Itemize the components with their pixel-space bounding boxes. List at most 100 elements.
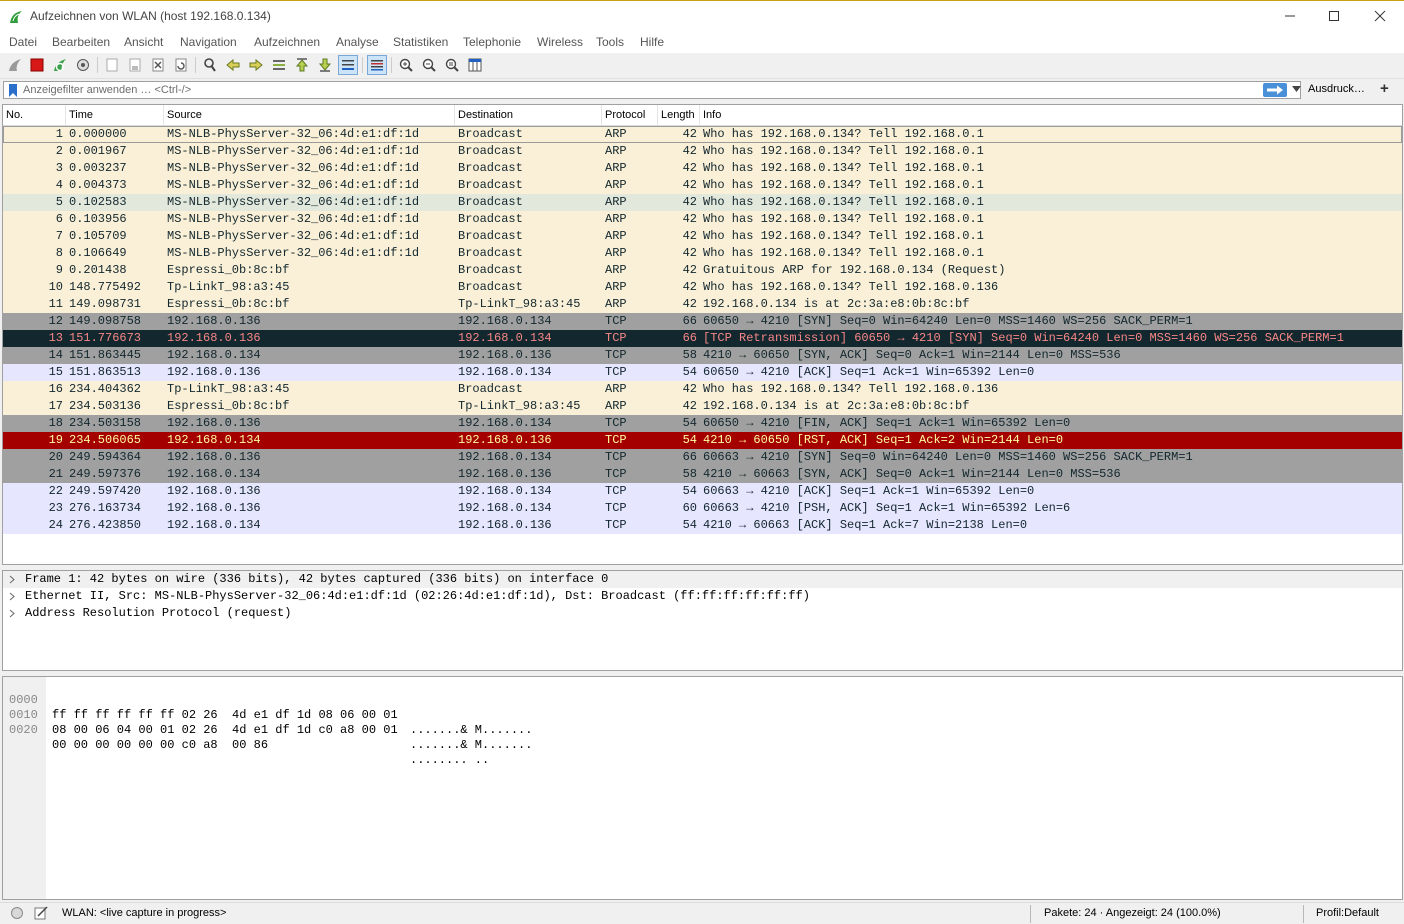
close-window-button[interactable] <box>1358 1 1402 31</box>
menu-analyse[interactable]: Analyse <box>336 35 379 49</box>
packet-row[interactable]: 19 234.506065 192.168.0.134 192.168.0.136 TC… <box>3 432 1402 449</box>
go-to-packet-button[interactable] <box>269 55 289 75</box>
zoom-out-button[interactable] <box>419 55 439 75</box>
expression-button[interactable]: Ausdruck… <box>1308 83 1365 95</box>
display-filter-input[interactable] <box>23 82 1253 98</box>
apply-filter-button[interactable] <box>1263 83 1287 97</box>
column-header-info[interactable]: Info <box>700 105 1400 125</box>
packet-row[interactable]: 12 149.098758 192.168.0.136 192.168.0.134 TC… <box>3 313 1402 330</box>
chevron-right-icon[interactable] <box>9 605 19 622</box>
packet-row[interactable]: 2 0.001967 MS-NLB-PhysServer-32_06:4d:e1:d… <box>3 143 1402 160</box>
menu-navigation[interactable]: Navigation <box>180 35 237 49</box>
detail-text: Frame 1: 42 bytes on wire (336 bits), 42… <box>25 572 609 586</box>
chevron-right-icon[interactable] <box>9 588 19 605</box>
hex-bytes[interactable]: 08 00 06 04 00 01 02 26 4d e1 df 1d c0 a… <box>52 723 398 738</box>
resize-columns-button[interactable] <box>465 55 485 75</box>
menu-statistiken[interactable]: Statistiken <box>393 35 448 49</box>
zoom-in-button[interactable] <box>396 55 416 75</box>
packet-bytes[interactable]: 0000 ff ff ff ff ff ff 02 26 4d e1 df 1d… <box>2 676 1403 900</box>
expert-info-icon[interactable] <box>11 907 23 919</box>
packet-time: 0.001967 <box>69 144 127 158</box>
menu-aufzeichnen[interactable]: Aufzeichnen <box>254 35 320 49</box>
maximize-button[interactable] <box>1312 1 1356 31</box>
chevron-down-icon[interactable] <box>1292 86 1301 92</box>
packet-row[interactable]: 22 249.597420 192.168.0.136 192.168.0.134 TC… <box>3 483 1402 500</box>
find-packet-icon <box>204 58 216 72</box>
chevron-right-icon[interactable] <box>9 571 19 588</box>
colorize-button[interactable] <box>367 55 387 75</box>
close-file-button[interactable] <box>148 55 168 75</box>
column-header-protocol[interactable]: Protocol <box>602 105 658 125</box>
menu-ansicht[interactable]: Ansicht <box>124 35 163 49</box>
restart-capture-button[interactable] <box>50 55 70 75</box>
packet-length: 54 <box>682 518 697 532</box>
detail-row-arp[interactable]: Address Resolution Protocol (request) <box>3 605 1402 622</box>
packet-list[interactable]: No. Time Source Destination Protocol Len… <box>2 104 1403 565</box>
menu-datei[interactable]: Datei <box>9 35 37 49</box>
packet-info: 4210 → 60663 [SYN, ACK] Seq=0 Ack=1 Win=… <box>703 467 1121 481</box>
packet-row[interactable]: 6 0.103956 MS-NLB-PhysServer-32_06:4d:e1:d… <box>3 211 1402 228</box>
add-filter-button[interactable]: + <box>1380 80 1389 97</box>
normal-size-button[interactable] <box>442 55 462 75</box>
packet-row[interactable]: 23 276.163734 192.168.0.136 192.168.0.134 TC… <box>3 500 1402 517</box>
packet-row[interactable]: 18 234.503158 192.168.0.136 192.168.0.134 TC… <box>3 415 1402 432</box>
capture-status-text: WLAN: <live capture in progress> <box>62 907 227 919</box>
packet-row[interactable]: 15 151.863513 192.168.0.136 192.168.0.134 TC… <box>3 364 1402 381</box>
packet-row[interactable]: 5 0.102583 MS-NLB-PhysServer-32_06:4d:e1:d… <box>3 194 1402 211</box>
detail-row-ethernet[interactable]: Ethernet II, Src: MS-NLB-PhysServer-32_0… <box>3 588 1402 605</box>
packet-row[interactable]: 13 151.776673 192.168.0.136 192.168.0.134 TC… <box>3 330 1402 347</box>
profile-text[interactable]: Profil:Default <box>1316 907 1379 919</box>
bookmark-icon[interactable] <box>8 84 18 97</box>
column-header-time[interactable]: Time <box>66 105 164 125</box>
start-capture-button[interactable] <box>5 55 25 75</box>
packet-details[interactable]: Frame 1: 42 bytes on wire (336 bits), 42… <box>2 570 1403 671</box>
menu-telephonie[interactable]: Telephonie <box>463 35 521 49</box>
packet-row[interactable]: 1 0.000000 MS-NLB-PhysServer-32_06:4d:e1:d… <box>3 126 1402 143</box>
first-packet-button[interactable] <box>292 55 312 75</box>
packet-row[interactable]: 17 234.503136 Espressi_0b:8c:bf Tp-LinkT_98… <box>3 398 1402 415</box>
packet-protocol: ARP <box>605 263 627 277</box>
hex-bytes[interactable]: 00 00 00 00 00 00 c0 a8 00 86 <box>52 738 268 753</box>
packet-time: 276.163734 <box>69 501 142 515</box>
capture-options-button[interactable] <box>73 55 93 75</box>
detail-row-frame[interactable]: Frame 1: 42 bytes on wire (336 bits), 42… <box>3 571 1402 588</box>
packet-row[interactable]: 10 148.775492 Tp-LinkT_98:a3:45 Broadcast AR… <box>3 279 1402 296</box>
packet-row[interactable]: 4 0.004373 MS-NLB-PhysServer-32_06:4d:e1:d… <box>3 177 1402 194</box>
column-header-no[interactable]: No. <box>3 105 66 125</box>
packet-row[interactable]: 11 149.098731 Espressi_0b:8c:bf Tp-LinkT_98… <box>3 296 1402 313</box>
hex-bytes[interactable]: ff ff ff ff ff ff 02 26 4d e1 df 1d 08 0… <box>52 708 398 723</box>
hex-ascii[interactable]: .......& M....... <box>410 738 532 753</box>
packet-row[interactable]: 9 0.201438 Espressi_0b:8c:bf Broadcast ARP 42… <box>3 262 1402 279</box>
column-header-destination[interactable]: Destination <box>455 105 602 125</box>
packet-time: 276.423850 <box>69 518 142 532</box>
capture-comment-icon[interactable] <box>34 906 48 920</box>
packet-row[interactable]: 16 234.404362 Tp-LinkT_98:a3:45 Broadcast AR… <box>3 381 1402 398</box>
menu-bearbeiten[interactable]: Bearbeiten <box>52 35 110 49</box>
menu-wireless[interactable]: Wireless <box>537 35 583 49</box>
save-file-button[interactable] <box>125 55 145 75</box>
menu-hilfe[interactable]: Hilfe <box>640 35 664 49</box>
find-packet-button[interactable] <box>200 55 220 75</box>
minimize-button[interactable] <box>1268 1 1312 31</box>
packet-source: 192.168.0.136 <box>167 331 261 345</box>
go-back-button[interactable] <box>223 55 243 75</box>
hex-ascii[interactable]: .......& M....... <box>410 723 532 738</box>
menu-tools[interactable]: Tools <box>596 35 624 49</box>
stop-capture-button[interactable] <box>27 55 47 75</box>
go-forward-button[interactable] <box>246 55 266 75</box>
packet-row[interactable]: 14 151.863445 192.168.0.134 192.168.0.136 TC… <box>3 347 1402 364</box>
packet-row[interactable]: 20 249.594364 192.168.0.136 192.168.0.134 TC… <box>3 449 1402 466</box>
column-header-length[interactable]: Length <box>658 105 700 125</box>
open-file-button[interactable] <box>102 55 122 75</box>
last-packet-button[interactable] <box>315 55 335 75</box>
hex-ascii[interactable]: ........ .. <box>410 753 489 768</box>
packet-protocol: ARP <box>605 212 627 226</box>
autoscroll-button[interactable] <box>338 55 358 75</box>
packet-row[interactable]: 3 0.003237 MS-NLB-PhysServer-32_06:4d:e1:d… <box>3 160 1402 177</box>
packet-row[interactable]: 8 0.106649 MS-NLB-PhysServer-32_06:4d:e1:d… <box>3 245 1402 262</box>
packet-row[interactable]: 7 0.105709 MS-NLB-PhysServer-32_06:4d:e1:d… <box>3 228 1402 245</box>
column-header-source[interactable]: Source <box>164 105 455 125</box>
reload-file-button[interactable] <box>171 55 191 75</box>
packet-row[interactable]: 24 276.423850 192.168.0.134 192.168.0.136 TC… <box>3 517 1402 534</box>
packet-row[interactable]: 21 249.597376 192.168.0.134 192.168.0.136 TC… <box>3 466 1402 483</box>
